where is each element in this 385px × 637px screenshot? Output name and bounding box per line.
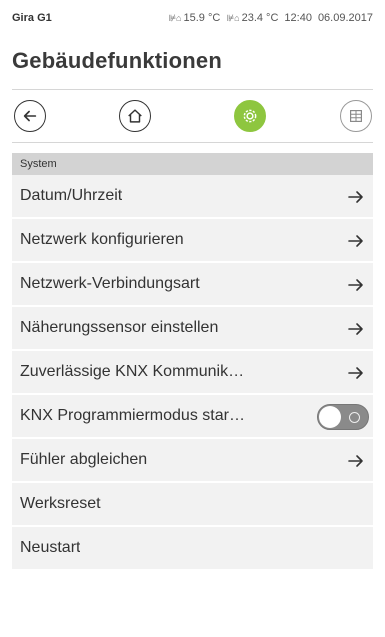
list-item-netzwerk-konfigurieren[interactable]: Netzwerk konfigurieren bbox=[12, 219, 373, 263]
list-item-label: Netzwerk-Verbindungsart bbox=[20, 275, 200, 292]
section-header: System bbox=[12, 153, 373, 175]
arrow-left-icon bbox=[23, 110, 37, 122]
list-item-netzwerk-verbindungsart[interactable]: Netzwerk-Verbindungsart bbox=[12, 263, 373, 307]
arrow-right-icon bbox=[348, 367, 363, 379]
outdoor-temperature: ⊯⌂ 23.4 °C bbox=[226, 12, 278, 24]
list-item-label: Zuverlässige KNX Kommunik… bbox=[20, 363, 245, 380]
arrow-right-icon bbox=[348, 235, 363, 247]
list-item-label: Fühler abgleichen bbox=[20, 451, 148, 468]
arrow-right-icon bbox=[348, 323, 363, 335]
date: 06.09.2017 bbox=[317, 12, 373, 24]
page-title: Gebäudefunktionen bbox=[12, 48, 222, 73]
settings-button[interactable] bbox=[234, 100, 266, 132]
list-item-neustart[interactable]: Neustart bbox=[12, 527, 373, 571]
list-item-datum-uhrzeit[interactable]: Datum/Uhrzeit bbox=[12, 175, 373, 219]
programming-mode-toggle[interactable] bbox=[317, 404, 369, 430]
arrow-right-icon bbox=[348, 455, 363, 467]
list-item-label: Näherungssensor einstellen bbox=[20, 319, 219, 336]
indoor-temperature: ⊯⌂ 15.9 °C bbox=[168, 12, 220, 24]
list-item-knx-programmiermodus: KNX Programmiermodus star… bbox=[12, 395, 373, 439]
status-bar: Gira G1 ⊯⌂ 15.9 °C ⊯⌂ 23.4 °C 12:40 06.0… bbox=[12, 8, 373, 28]
clock: 12:40 bbox=[284, 12, 312, 24]
thermometer-outdoor-icon: ⊯⌂ bbox=[226, 12, 240, 23]
device-screen: Gira G1 ⊯⌂ 15.9 °C ⊯⌂ 23.4 °C 12:40 06.0… bbox=[12, 8, 373, 628]
list-item-label: Neustart bbox=[20, 539, 81, 556]
list-item-werksreset[interactable]: Werksreset bbox=[12, 483, 373, 527]
list-item-label: KNX Programmiermodus star… bbox=[20, 407, 245, 424]
device-name: Gira G1 bbox=[12, 12, 52, 24]
home-button[interactable] bbox=[119, 100, 151, 132]
list-item-fuehler-abgleichen[interactable]: Fühler abgleichen bbox=[12, 439, 373, 483]
arrow-right-icon bbox=[348, 191, 363, 203]
indoor-temperature-value: 15.9 °C bbox=[183, 12, 221, 24]
list-item-label: Werksreset bbox=[20, 495, 101, 512]
list-item-label: Datum/Uhrzeit bbox=[20, 187, 123, 204]
grid-icon bbox=[350, 110, 362, 122]
list-item-naeherungssensor[interactable]: Näherungssensor einstellen bbox=[12, 307, 373, 351]
list-item-label: Netzwerk konfigurieren bbox=[20, 231, 184, 248]
arrow-right-icon bbox=[348, 279, 363, 291]
navigation-bar bbox=[12, 89, 373, 143]
toggle-off-icon bbox=[349, 412, 360, 423]
settings-list: Datum/Uhrzeit Netzwerk konfigurieren Net… bbox=[12, 175, 373, 571]
list-item-knx-kommunikation[interactable]: Zuverlässige KNX Kommunik… bbox=[12, 351, 373, 395]
thermometer-indoor-icon: ⊯⌂ bbox=[168, 12, 182, 23]
grid-button[interactable] bbox=[340, 100, 372, 132]
outdoor-temperature-value: 23.4 °C bbox=[241, 12, 279, 24]
gear-icon bbox=[243, 109, 257, 123]
house-icon bbox=[128, 109, 142, 123]
toggle-knob bbox=[319, 406, 341, 428]
status-info: ⊯⌂ 15.9 °C ⊯⌂ 23.4 °C 12:40 06.09.2017 bbox=[168, 12, 373, 24]
back-button[interactable] bbox=[14, 100, 46, 132]
